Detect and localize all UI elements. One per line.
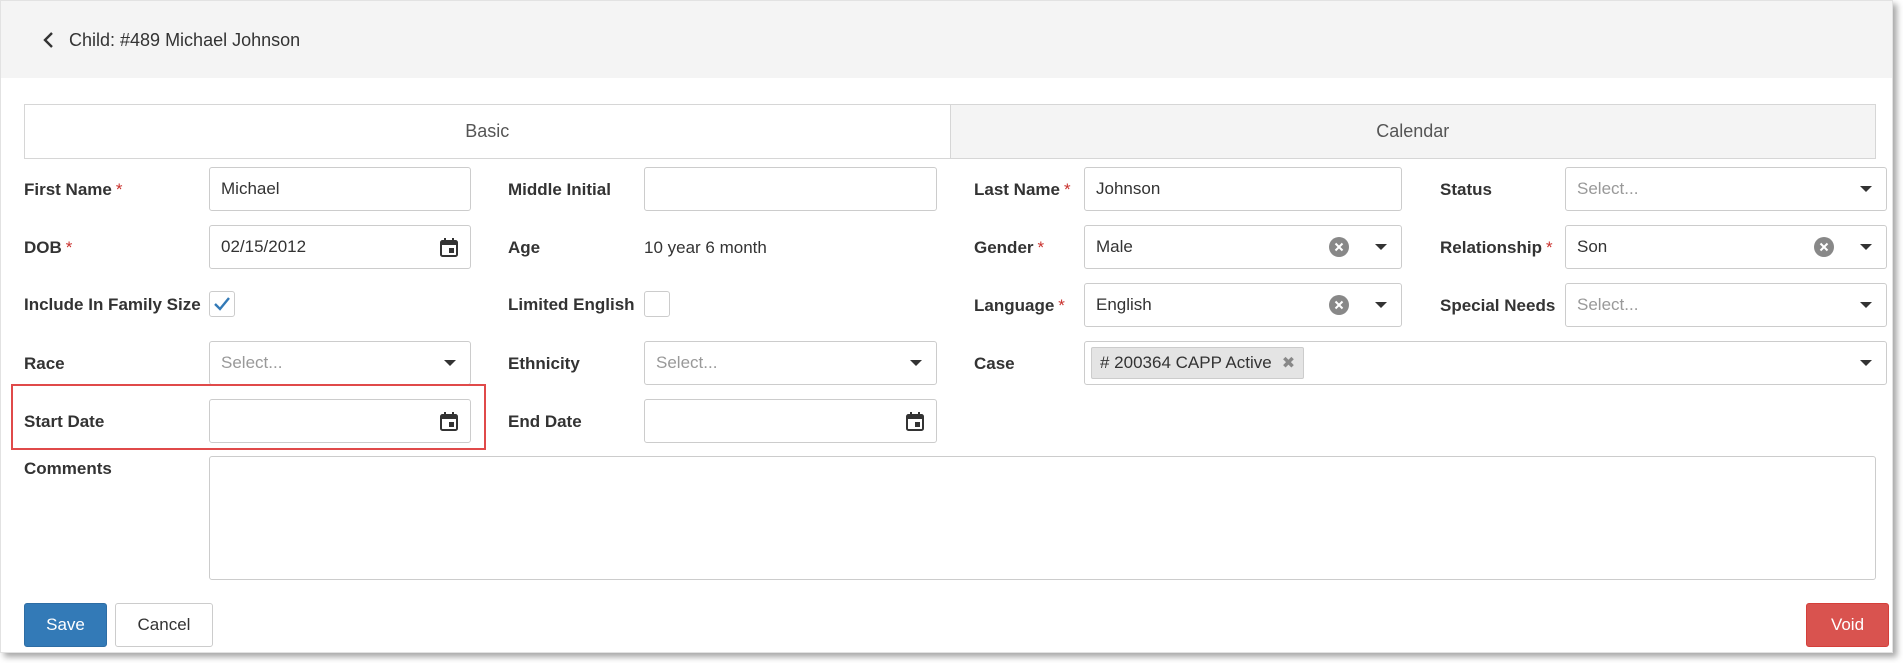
ethnicity-select[interactable]: Select... [644,341,937,385]
relationship-label: Relationship * [1440,238,1553,257]
special-needs-select[interactable]: Select... [1565,283,1887,327]
middle-initial-input[interactable] [644,167,937,211]
page-header: Child: #489 Michael Johnson [1,1,1892,78]
caret-down-icon [1860,302,1872,308]
limited-english-checkbox[interactable] [644,291,670,317]
case-label: Case [974,354,1015,373]
first-name-label: First Name * [24,180,123,199]
chevron-left-icon[interactable] [39,29,57,51]
age-label: Age [508,238,541,257]
comments-textarea[interactable] [209,456,1876,580]
middle-initial-label: Middle Initial [508,180,611,199]
caret-down-icon [1375,244,1387,250]
tab-calendar[interactable]: Calendar [949,105,1875,158]
caret-down-icon [1375,302,1387,308]
limited-english-label: Limited English [508,295,635,314]
start-date-label: Start Date [24,412,105,431]
clear-icon[interactable] [1329,237,1349,257]
case-tag: # 200364 CAPP Active ✖ [1091,347,1305,379]
tab-bar: Basic Calendar [24,104,1876,159]
clear-icon[interactable] [1329,295,1349,315]
gender-select[interactable]: Male [1084,225,1402,269]
last-name-label: Last Name * [974,180,1071,199]
language-label: Language * [974,296,1065,315]
tab-basic[interactable]: Basic [25,105,950,158]
clear-icon[interactable] [1814,237,1834,257]
gender-label: Gender * [974,238,1045,257]
caret-down-icon [1860,244,1872,250]
dob-input[interactable]: 02/15/2012 [209,225,471,269]
status-select[interactable]: Select... [1565,167,1887,211]
remove-tag-icon[interactable]: ✖ [1282,353,1295,373]
include-in-family-size-label: Include In Family Size [24,295,201,314]
race-label: Race [24,354,65,373]
start-date-input[interactable] [209,399,471,443]
cancel-button[interactable]: Cancel [115,603,213,647]
age-value: 10 year 6 month [644,238,767,257]
page-title: Child: #489 Michael Johnson [69,30,301,50]
language-select[interactable]: English [1084,283,1402,327]
end-date-label: End Date [508,412,582,431]
calendar-icon[interactable] [906,412,924,431]
last-name-input[interactable]: Johnson [1084,167,1402,211]
race-select[interactable]: Select... [209,341,471,385]
caret-down-icon [910,360,922,366]
caret-down-icon [444,360,456,366]
ethnicity-label: Ethnicity [508,354,580,373]
calendar-icon[interactable] [440,238,458,257]
caret-down-icon [1860,360,1872,366]
comments-label: Comments [24,459,112,478]
save-button[interactable]: Save [24,603,107,647]
special-needs-label: Special Needs [1440,296,1556,315]
void-button[interactable]: Void [1806,603,1889,647]
status-label: Status [1440,180,1492,199]
child-form-window: Child: #489 Michael Johnson Basic Calend… [0,0,1893,653]
first-name-input[interactable]: Michael [209,167,471,211]
calendar-icon[interactable] [440,412,458,431]
dob-label: DOB * [24,238,73,257]
include-in-family-size-checkbox[interactable] [209,291,235,317]
case-tag-label: # 200364 CAPP Active [1100,353,1272,372]
caret-down-icon [1860,186,1872,192]
end-date-input[interactable] [644,399,937,443]
case-multiselect[interactable]: # 200364 CAPP Active ✖ [1084,341,1887,385]
relationship-select[interactable]: Son [1565,225,1887,269]
